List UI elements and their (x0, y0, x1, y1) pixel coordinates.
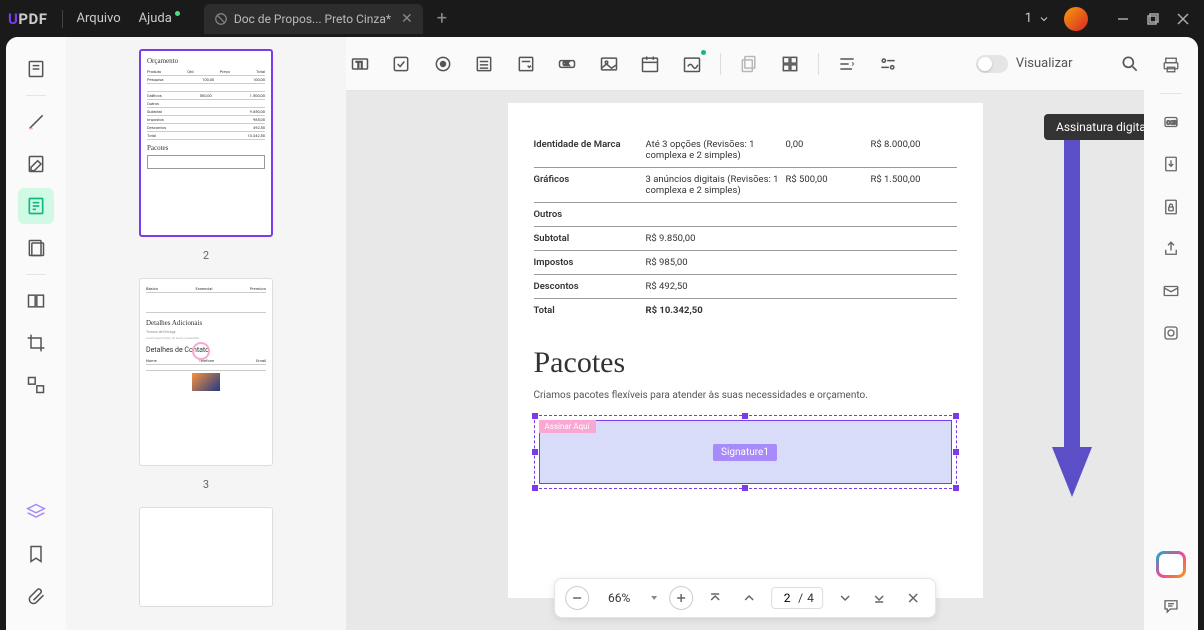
zoom-level: 66% (599, 591, 639, 605)
tool-compress[interactable] (18, 367, 54, 403)
preview-toggle[interactable] (976, 55, 1008, 73)
pacotes-heading: Pacotes (534, 346, 957, 380)
tab-add-button[interactable]: + (437, 8, 447, 29)
tab-close-icon[interactable]: ✕ (401, 11, 413, 27)
tool-bookmark[interactable] (18, 536, 54, 572)
tooltip-digital-signature: Assinatura digital (1044, 114, 1144, 140)
document-viewport[interactable]: Identidade de MarcaAté 3 opções (Revisõe… (346, 91, 1144, 630)
page-content: Identidade de MarcaAté 3 opções (Revisõe… (508, 103, 983, 598)
tool-grid[interactable] (776, 50, 804, 78)
tool-settings[interactable] (874, 50, 902, 78)
user-avatar[interactable] (1064, 7, 1088, 31)
form-toolbar: T| OK Visualizar (346, 37, 1144, 91)
page-input[interactable]: / 4 (771, 587, 823, 609)
tool-ocr[interactable]: OCR (1155, 108, 1187, 136)
thumbnail-page-4[interactable] (139, 507, 273, 607)
tool-list[interactable] (471, 50, 499, 78)
ai-assistant-button[interactable] (1156, 551, 1186, 577)
signature-field[interactable]: Assinar Aqui Signature1 (539, 420, 952, 484)
tool-search[interactable] (1117, 50, 1145, 78)
window-close[interactable] (1170, 6, 1196, 32)
signature-field-wrapper[interactable]: Assinar Aqui Signature1 (534, 415, 957, 489)
thumbnail-page-2[interactable]: Orçamento ProdutoQtdPreçoTotal Pesquisa1… (139, 49, 273, 237)
menu-arquivo[interactable]: Arquivo (77, 11, 121, 26)
left-sidebar (6, 37, 66, 630)
close-bar-button[interactable] (901, 586, 925, 610)
zoom-out-button[interactable] (565, 586, 589, 610)
tool-date[interactable] (637, 50, 665, 78)
right-sidebar: OCR (1144, 37, 1198, 630)
tool-radio[interactable] (429, 50, 457, 78)
chevron-down-icon[interactable] (1038, 13, 1050, 25)
tool-organize[interactable] (18, 230, 54, 266)
tool-crop[interactable] (18, 325, 54, 361)
svg-text:OCR: OCR (1167, 120, 1178, 126)
tool-reader[interactable] (18, 51, 54, 87)
window-minimize[interactable] (1110, 6, 1136, 32)
tool-email[interactable] (1155, 277, 1187, 305)
thumbnail-panel: Orçamento ProdutoQtdPreçoTotal Pesquisa1… (66, 37, 346, 630)
svg-text:OK: OK (563, 61, 570, 67)
tool-attachment[interactable] (18, 578, 54, 614)
tool-edit[interactable] (18, 146, 54, 182)
zoom-dropdown-icon[interactable] (649, 593, 659, 603)
tool-button[interactable]: OK (554, 50, 582, 78)
tool-text-field[interactable]: T| (346, 50, 374, 78)
preview-label: Visualizar (1016, 56, 1073, 71)
tool-redact[interactable] (18, 283, 54, 319)
svg-text:T|: T| (356, 60, 363, 70)
tool-share[interactable] (1155, 235, 1187, 263)
zoom-nav-bar: 66% / 4 (554, 578, 936, 618)
thumb-label-3: 3 (203, 478, 209, 491)
tool-batch[interactable] (1155, 319, 1187, 347)
prev-page-button[interactable] (737, 586, 761, 610)
document-tab[interactable]: Doc de Propos... Preto Cinza* ✕ (204, 4, 423, 34)
app-logo: UPDF (8, 10, 48, 28)
tool-print[interactable] (1155, 51, 1187, 79)
tool-highlight[interactable] (18, 104, 54, 140)
zoom-in-button[interactable] (669, 586, 693, 610)
signature-label: Signature1 (713, 444, 777, 461)
menu-ajuda[interactable]: Ajuda (139, 11, 180, 26)
tool-layers[interactable] (18, 494, 54, 530)
tool-copy[interactable] (735, 50, 763, 78)
annotation-arrow (1050, 137, 1094, 507)
tool-comment[interactable] (1155, 592, 1187, 620)
tool-protect[interactable] (1155, 192, 1187, 220)
doc-icon (214, 12, 228, 26)
tool-digital-signature[interactable] (678, 50, 706, 78)
tool-convert[interactable] (1155, 150, 1187, 178)
tool-checkbox[interactable] (388, 50, 416, 78)
window-maximize[interactable] (1140, 6, 1166, 32)
thumbnail-page-3[interactable]: BásicoEssencialPremium Detalhes Adiciona… (139, 278, 273, 466)
signature-tag: Assinar Aqui (539, 420, 596, 433)
first-page-button[interactable] (703, 586, 727, 610)
thumb-label-2: 2 (203, 249, 209, 262)
tool-dropdown[interactable] (512, 50, 540, 78)
tool-form[interactable] (18, 188, 54, 224)
next-page-button[interactable] (833, 586, 857, 610)
page-indicator: 1 (1025, 11, 1032, 26)
tab-title: Doc de Propos... Preto Cinza* (234, 12, 391, 26)
tool-align[interactable] (833, 50, 861, 78)
tool-image[interactable] (595, 50, 623, 78)
last-page-button[interactable] (867, 586, 891, 610)
page-current-input[interactable] (780, 591, 794, 605)
pacotes-subtitle: Criamos pacotes flexíveis para atender à… (534, 390, 957, 401)
